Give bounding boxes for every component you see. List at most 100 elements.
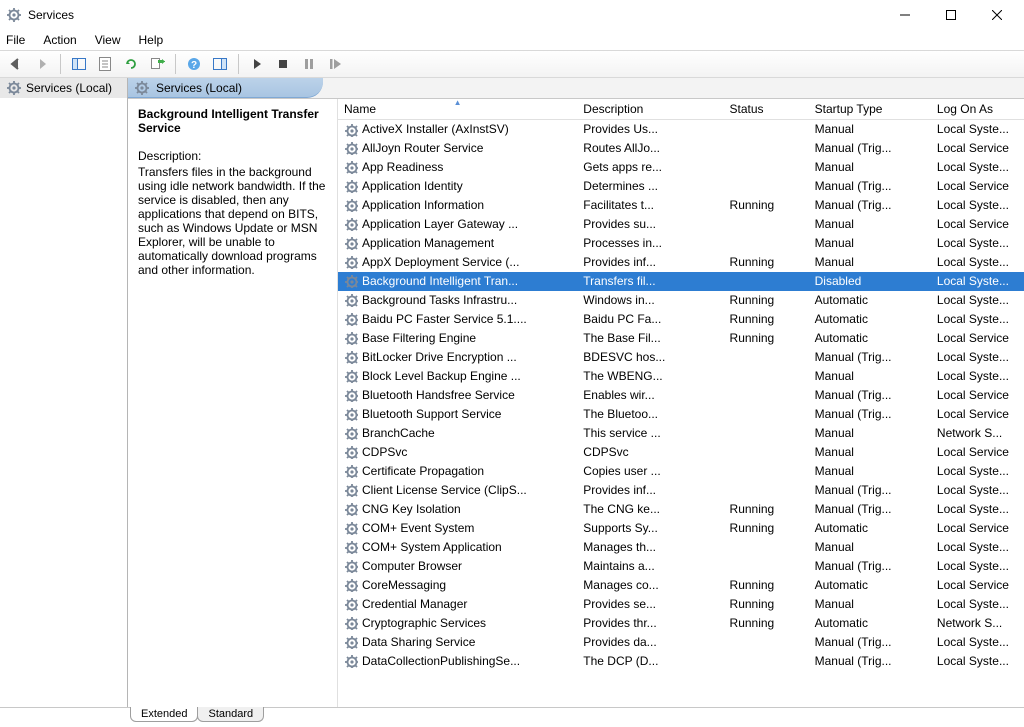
column-header-startup[interactable]: Startup Type xyxy=(809,99,931,120)
service-row[interactable]: Application InformationFacilitates t...R… xyxy=(338,196,1024,215)
gear-icon xyxy=(344,255,358,269)
close-button[interactable] xyxy=(974,0,1020,30)
service-row[interactable]: Client License Service (ClipS...Provides… xyxy=(338,481,1024,500)
cell-startup: Automatic xyxy=(809,329,931,348)
cell-description: Maintains a... xyxy=(577,557,723,576)
service-row[interactable]: BranchCacheThis service ...ManualNetwork… xyxy=(338,424,1024,443)
action-pane-button[interactable] xyxy=(208,52,232,76)
cell-status xyxy=(724,272,809,291)
service-row[interactable]: Baidu PC Faster Service 5.1....Baidu PC … xyxy=(338,310,1024,329)
console-tree: Services (Local) xyxy=(0,78,128,707)
column-header-name[interactable]: Name▲ xyxy=(338,99,577,120)
cell-name: COM+ System Application xyxy=(338,538,577,557)
cell-logon: Network S... xyxy=(931,614,1024,633)
service-row[interactable]: Application Layer Gateway ...Provides su… xyxy=(338,215,1024,234)
service-list-scroll[interactable]: Name▲ Description Status Startup Type Lo… xyxy=(338,99,1024,707)
service-row[interactable]: Application ManagementProcesses in...Man… xyxy=(338,234,1024,253)
tab-standard[interactable]: Standard xyxy=(197,707,264,722)
service-row[interactable]: App ReadinessGets apps re...ManualLocal … xyxy=(338,158,1024,177)
service-row[interactable]: Bluetooth Handsfree ServiceEnables wir..… xyxy=(338,386,1024,405)
service-row[interactable]: ActiveX Installer (AxInstSV)Provides Us.… xyxy=(338,120,1024,139)
service-row[interactable]: Computer BrowserMaintains a...Manual (Tr… xyxy=(338,557,1024,576)
cell-name: BranchCache xyxy=(338,424,577,443)
cell-logon: Local Syste... xyxy=(931,595,1024,614)
cell-logon: Local Syste... xyxy=(931,633,1024,652)
back-button[interactable] xyxy=(4,52,28,76)
service-row[interactable]: CoreMessagingManages co...RunningAutomat… xyxy=(338,576,1024,595)
menu-view[interactable]: View xyxy=(95,33,121,47)
restart-service-button[interactable] xyxy=(323,52,347,76)
service-row[interactable]: COM+ Event SystemSupports Sy...RunningAu… xyxy=(338,519,1024,538)
service-row[interactable]: COM+ System ApplicationManages th...Manu… xyxy=(338,538,1024,557)
cell-description: The Base Fil... xyxy=(577,329,723,348)
cell-name: Bluetooth Handsfree Service xyxy=(338,386,577,405)
cell-startup: Disabled xyxy=(809,272,931,291)
service-row[interactable]: Block Level Backup Engine ...The WBENG..… xyxy=(338,367,1024,386)
menu-action[interactable]: Action xyxy=(43,33,76,47)
service-row[interactable]: DataCollectionPublishingSe...The DCP (D.… xyxy=(338,652,1024,671)
column-header-logon[interactable]: Log On As xyxy=(931,99,1024,120)
cell-name: Application Identity xyxy=(338,177,577,196)
start-service-button[interactable] xyxy=(245,52,269,76)
column-header-description[interactable]: Description xyxy=(577,99,723,120)
pause-service-button[interactable] xyxy=(297,52,321,76)
service-row[interactable]: Credential ManagerProvides se...RunningM… xyxy=(338,595,1024,614)
menu-help[interactable]: Help xyxy=(139,33,164,47)
gear-icon xyxy=(344,540,358,554)
cell-description: Enables wir... xyxy=(577,386,723,405)
cell-startup: Manual xyxy=(809,253,931,272)
cell-name: App Readiness xyxy=(338,158,577,177)
window-title: Services xyxy=(28,8,882,22)
service-row[interactable]: Background Tasks Infrastru...Windows in.… xyxy=(338,291,1024,310)
cell-logon: Local Syste... xyxy=(931,158,1024,177)
service-row[interactable]: Bluetooth Support ServiceThe Bluetoo...M… xyxy=(338,405,1024,424)
gear-icon xyxy=(344,426,358,440)
service-row[interactable]: AppX Deployment Service (...Provides inf… xyxy=(338,253,1024,272)
tree-root-item[interactable]: Services (Local) xyxy=(0,78,127,98)
service-row[interactable]: Certificate PropagationCopies user ...Ma… xyxy=(338,462,1024,481)
properties-button[interactable] xyxy=(93,52,117,76)
gear-icon xyxy=(344,578,358,592)
help-button[interactable]: ? xyxy=(182,52,206,76)
stop-service-button[interactable] xyxy=(271,52,295,76)
minimize-button[interactable] xyxy=(882,0,928,30)
cell-name: CNG Key Isolation xyxy=(338,500,577,519)
title-bar: Services xyxy=(0,0,1024,30)
cell-status xyxy=(724,158,809,177)
cell-logon: Local Service xyxy=(931,139,1024,158)
cell-name: Cryptographic Services xyxy=(338,614,577,633)
tab-extended[interactable]: Extended xyxy=(130,707,198,722)
service-row[interactable]: Cryptographic ServicesProvides thr...Run… xyxy=(338,614,1024,633)
cell-logon: Local Service xyxy=(931,443,1024,462)
cell-status xyxy=(724,120,809,139)
menu-file[interactable]: File xyxy=(6,33,25,47)
cell-logon: Local Service xyxy=(931,329,1024,348)
service-row[interactable]: CNG Key IsolationThe CNG ke...RunningMan… xyxy=(338,500,1024,519)
cell-startup: Manual (Trig... xyxy=(809,177,931,196)
forward-button[interactable] xyxy=(30,52,54,76)
service-row[interactable]: CDPSvcCDPSvcManualLocal Service xyxy=(338,443,1024,462)
cell-name: Data Sharing Service xyxy=(338,633,577,652)
cell-description: Manages co... xyxy=(577,576,723,595)
export-list-button[interactable] xyxy=(145,52,169,76)
tree-root-label: Services (Local) xyxy=(26,81,112,95)
view-tabs: Extended Standard xyxy=(0,707,1024,727)
service-row[interactable]: Base Filtering EngineThe Base Fil...Runn… xyxy=(338,329,1024,348)
service-row[interactable]: AllJoyn Router ServiceRoutes AllJo...Man… xyxy=(338,139,1024,158)
show-hide-tree-button[interactable] xyxy=(67,52,91,76)
description-label: Description: xyxy=(138,149,327,163)
service-row[interactable]: BitLocker Drive Encryption ...BDESVC hos… xyxy=(338,348,1024,367)
refresh-button[interactable] xyxy=(119,52,143,76)
service-row[interactable]: Application IdentityDetermines ...Manual… xyxy=(338,177,1024,196)
cell-startup: Manual xyxy=(809,367,931,386)
toolbar-separator xyxy=(60,54,61,74)
service-row[interactable]: Data Sharing ServiceProvides da...Manual… xyxy=(338,633,1024,652)
cell-description: This service ... xyxy=(577,424,723,443)
menu-bar: File Action View Help xyxy=(0,30,1024,50)
column-header-status[interactable]: Status xyxy=(724,99,809,120)
maximize-button[interactable] xyxy=(928,0,974,30)
service-row[interactable]: Background Intelligent Tran...Transfers … xyxy=(338,272,1024,291)
cell-name: AppX Deployment Service (... xyxy=(338,253,577,272)
cell-logon: Local Service xyxy=(931,519,1024,538)
cell-name: Application Information xyxy=(338,196,577,215)
